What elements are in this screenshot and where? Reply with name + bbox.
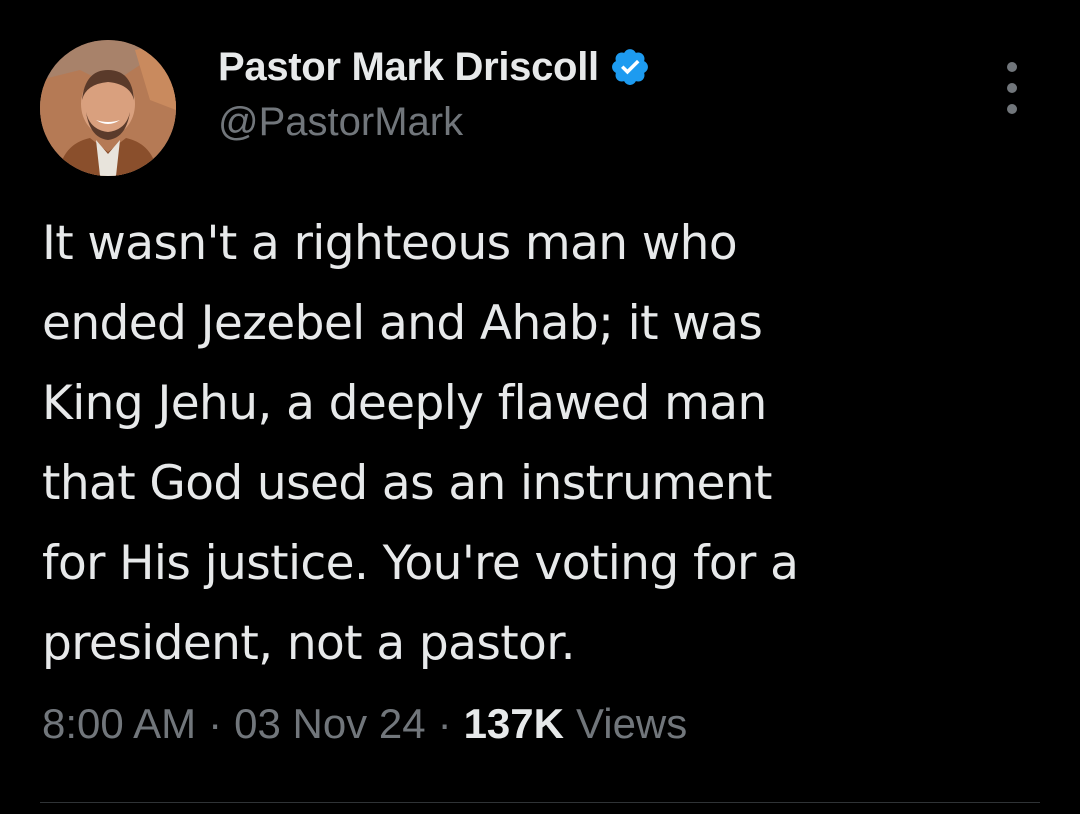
tweet-meta: 8:00 AM · 03 Nov 24 · 137K Views — [42, 700, 687, 748]
tweet-date[interactable]: 03 Nov 24 — [234, 700, 425, 748]
divider — [40, 802, 1040, 803]
views-count[interactable]: 137K — [464, 700, 564, 748]
meta-separator: · — [208, 700, 223, 747]
more-dot — [1007, 83, 1017, 93]
more-options-icon[interactable] — [994, 62, 1030, 114]
meta-separator: · — [437, 700, 452, 747]
avatar[interactable] — [40, 40, 176, 176]
tweet: Pastor Mark Driscoll @PastorMark It wasn… — [0, 0, 1080, 814]
views-label[interactable]: Views — [576, 700, 687, 748]
author-name-row: Pastor Mark Driscoll — [218, 44, 651, 90]
author-display-name[interactable]: Pastor Mark Driscoll — [218, 45, 599, 90]
tweet-text: It wasn't a righteous man who ended Jeze… — [42, 216, 799, 671]
verified-badge-icon[interactable] — [609, 46, 651, 88]
more-dot — [1007, 104, 1017, 114]
avatar-photo-icon — [40, 40, 176, 176]
more-dot — [1007, 62, 1017, 72]
author-handle[interactable]: @PastorMark — [218, 100, 463, 145]
tweet-time[interactable]: 8:00 AM — [42, 700, 196, 748]
